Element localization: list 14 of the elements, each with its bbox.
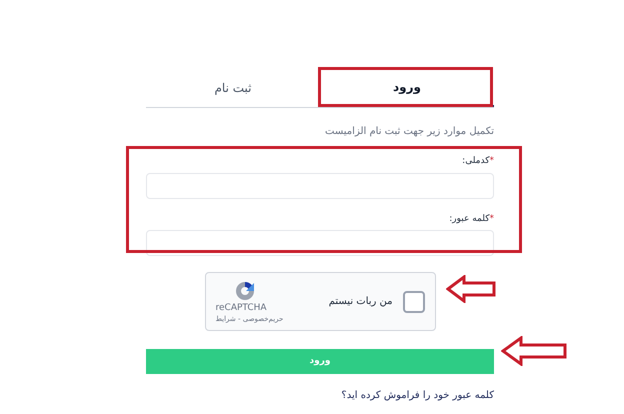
required-mark: *	[490, 212, 494, 226]
field-label: کدملی:	[462, 155, 490, 168]
captcha-brand: reCAPTCHA	[216, 302, 267, 314]
tab[interactable]: ورود	[320, 68, 494, 107]
arrow-icon	[446, 275, 496, 303]
tab[interactable]: ثبت نام	[146, 68, 320, 107]
field-label: کلمه عبور:	[449, 212, 490, 226]
captcha-label: من ربات نیستم	[328, 295, 392, 309]
form-instruction: تکمیل موارد زیر جهت ثبت نام الزامیست	[324, 125, 494, 139]
required-mark: *	[490, 155, 494, 168]
input-field[interactable]	[146, 172, 494, 198]
captcha-checkbox[interactable]	[402, 290, 424, 312]
forgot-password-link[interactable]: کلمه عبور خود را فراموش کرده اید؟	[146, 388, 494, 403]
arrow-icon	[501, 336, 567, 366]
